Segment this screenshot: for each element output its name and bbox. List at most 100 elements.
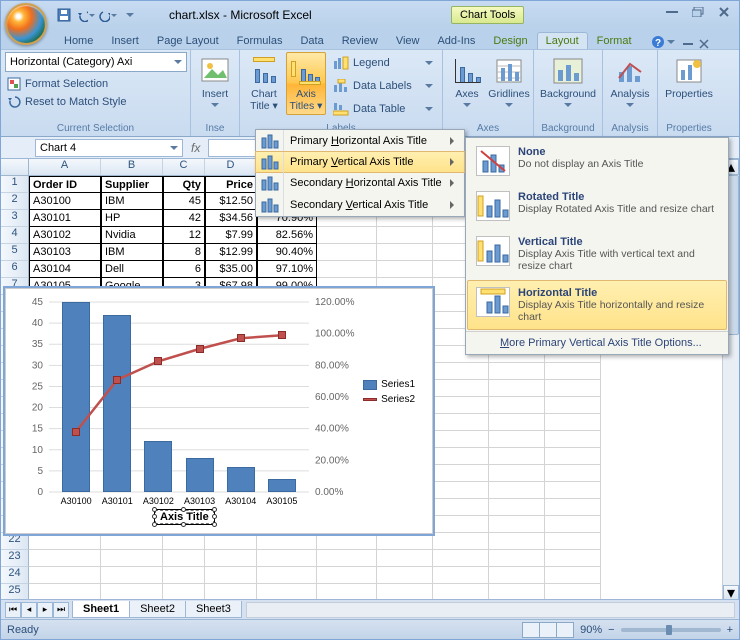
tab-design[interactable]: Design [484, 32, 536, 49]
row-header[interactable]: 24 [1, 567, 29, 584]
cell[interactable]: Supplier [101, 176, 163, 193]
cell[interactable] [317, 244, 377, 261]
cell[interactable] [545, 431, 601, 448]
cell[interactable] [257, 550, 317, 567]
cell[interactable] [433, 465, 489, 482]
tab-addins[interactable]: Add-Ins [428, 32, 484, 49]
axis-title-menu-item[interactable]: Secondary Vertical Axis Title [256, 194, 464, 216]
cell[interactable] [433, 431, 489, 448]
select-all-corner[interactable] [1, 159, 29, 175]
sheet-nav-next[interactable]: ▸ [37, 602, 53, 618]
doc-minimize-icon[interactable] [683, 43, 693, 45]
chart-line-point[interactable] [154, 357, 162, 365]
axis-title-option[interactable]: NoneDo not display an Axis Title [467, 139, 727, 183]
cell[interactable]: 45 [163, 193, 205, 210]
office-button[interactable] [5, 3, 47, 45]
cell[interactable] [489, 567, 545, 584]
cell[interactable] [317, 227, 377, 244]
cell[interactable] [377, 550, 433, 567]
cell[interactable] [489, 380, 545, 397]
cell[interactable]: IBM [101, 193, 163, 210]
cell[interactable] [433, 448, 489, 465]
row-header[interactable]: 6 [1, 261, 29, 278]
row-header[interactable]: 5 [1, 244, 29, 261]
tab-view[interactable]: View [387, 32, 429, 49]
view-page-break-button[interactable] [556, 622, 574, 638]
gridlines-button[interactable]: Gridlines [489, 52, 529, 112]
chart-element-selector[interactable]: Horizontal (Category) Axi [5, 52, 187, 72]
tab-page-layout[interactable]: Page Layout [148, 32, 228, 49]
column-header[interactable]: B [101, 159, 163, 175]
chart-line-point[interactable] [278, 331, 286, 339]
cell[interactable] [433, 482, 489, 499]
tab-home[interactable]: Home [55, 32, 102, 49]
cell[interactable] [489, 482, 545, 499]
cell[interactable]: IBM [101, 244, 163, 261]
tab-format[interactable]: Format [588, 32, 641, 49]
row-header[interactable]: 23 [1, 550, 29, 567]
cell[interactable] [101, 567, 163, 584]
view-page-layout-button[interactable] [539, 622, 557, 638]
cell[interactable] [489, 533, 545, 550]
cell[interactable] [101, 550, 163, 567]
cell[interactable] [29, 550, 101, 567]
cell[interactable]: $12.50 [205, 193, 257, 210]
chart-line-point[interactable] [196, 345, 204, 353]
cell[interactable] [163, 550, 205, 567]
fx-icon[interactable]: fx [191, 141, 200, 155]
cell[interactable] [545, 448, 601, 465]
qat-redo-icon[interactable] [99, 6, 117, 24]
cell[interactable] [433, 414, 489, 431]
chart-line-point[interactable] [237, 334, 245, 342]
axis-title-menu-item[interactable]: Primary Horizontal Axis Title [256, 130, 464, 152]
zoom-in-button[interactable]: + [727, 624, 733, 636]
cell[interactable]: 90.40% [257, 244, 317, 261]
chart-line-point[interactable] [72, 428, 80, 436]
cell[interactable]: A30100 [29, 193, 101, 210]
properties-button[interactable]: Properties [662, 52, 716, 103]
sheet-tab[interactable]: Sheet2 [129, 601, 186, 618]
cell[interactable] [489, 465, 545, 482]
cell[interactable] [377, 227, 433, 244]
help-icon[interactable]: ? [651, 35, 665, 49]
background-button[interactable]: Background [538, 52, 598, 112]
cell[interactable] [317, 261, 377, 278]
name-box[interactable]: Chart 4 [35, 139, 183, 157]
cell[interactable]: A30104 [29, 261, 101, 278]
cell[interactable] [433, 567, 489, 584]
axis-title-option[interactable]: Horizontal TitleDisplay Axis Title horiz… [467, 280, 727, 330]
cell[interactable] [377, 244, 433, 261]
cell[interactable]: $34.56 [205, 210, 257, 227]
cell[interactable] [545, 363, 601, 380]
cell[interactable] [377, 567, 433, 584]
cell[interactable] [489, 397, 545, 414]
axis-title-menu-item[interactable]: Primary Vertical Axis Title [255, 151, 465, 173]
cell[interactable] [545, 516, 601, 533]
legend-button[interactable]: Legend [328, 52, 438, 74]
cell[interactable] [489, 448, 545, 465]
cell[interactable] [317, 567, 377, 584]
cell[interactable] [545, 567, 601, 584]
cell[interactable]: HP [101, 210, 163, 227]
cell[interactable]: 6 [163, 261, 205, 278]
cell[interactable]: Order ID [29, 176, 101, 193]
data-table-button[interactable]: Data Table [328, 98, 438, 120]
cell[interactable] [433, 499, 489, 516]
cell[interactable]: A30101 [29, 210, 101, 227]
cell[interactable]: $12.99 [205, 244, 257, 261]
cell[interactable] [29, 567, 101, 584]
cell[interactable] [433, 533, 489, 550]
reset-to-match-style-button[interactable]: Reset to Match Style [5, 94, 186, 110]
restore-button[interactable] [689, 5, 707, 19]
qat-save-icon[interactable] [55, 6, 73, 24]
cell[interactable]: Nvidia [101, 227, 163, 244]
close-button[interactable] [715, 5, 733, 19]
analysis-button[interactable]: Analysis [607, 52, 653, 112]
cell[interactable] [163, 567, 205, 584]
cell[interactable] [433, 550, 489, 567]
column-header[interactable]: C [163, 159, 205, 175]
horizontal-scrollbar[interactable] [246, 602, 735, 618]
axis-title-option[interactable]: Rotated TitleDisplay Rotated Axis Title … [467, 184, 727, 228]
cell[interactable] [489, 363, 545, 380]
cell[interactable] [377, 261, 433, 278]
